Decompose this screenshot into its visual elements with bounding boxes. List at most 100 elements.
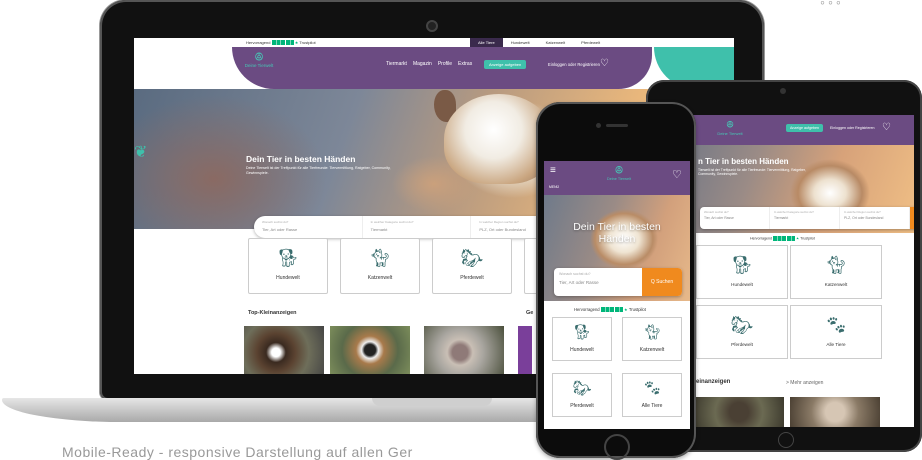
search-button[interactable]: ⌕ bbox=[910, 207, 914, 229]
search-what-label: Wonach suchst du? bbox=[559, 272, 591, 276]
tab-katzenwelt[interactable]: Katzenwelt bbox=[538, 38, 574, 47]
search-region-placeholder: PLZ, Ort oder Bundesland bbox=[479, 227, 526, 232]
search-region-field[interactable]: In welcher Region suchst du? PLZ, Ort od… bbox=[840, 207, 910, 229]
category-label: Hundewelt bbox=[731, 282, 753, 287]
category-card-hundewelt[interactable]: 🐕︎ Hundewelt bbox=[552, 317, 612, 361]
phone-logo[interactable]: ꔮ Deine Tierwelt bbox=[599, 165, 639, 182]
category-label: Hundewelt bbox=[276, 275, 300, 281]
phone-speaker bbox=[606, 124, 628, 127]
search-category-value: Tiermarkt bbox=[370, 227, 388, 232]
tablet-screen: ≡ ꔮ Deine Tierwelt Anzeige aufgeben Einl… bbox=[660, 115, 914, 427]
logo-text: Deine Tierwelt bbox=[717, 131, 743, 136]
horse-icon: 🐎︎ bbox=[572, 380, 592, 397]
category-card-hundewelt[interactable]: 🐕︎ Hundewelt bbox=[248, 238, 328, 294]
tablet-logo[interactable]: ꔮ Deine Tierwelt bbox=[710, 120, 750, 137]
menu-item-extras[interactable]: Extras bbox=[458, 61, 472, 67]
search-button[interactable]: Q Suchen bbox=[642, 268, 682, 296]
hero-title: n Tier in besten Händen bbox=[698, 157, 789, 166]
menu-item-tiermarkt[interactable]: Tiermarkt bbox=[386, 61, 407, 67]
category-label: Katzenwelt bbox=[824, 282, 848, 287]
search-what-field[interactable]: Wonach suchst du? Tier, Art oder Rasse bbox=[554, 268, 642, 296]
category-card-pferdewelt[interactable]: 🐎︎ Pferdewelt bbox=[696, 305, 788, 359]
ad-thumbnail[interactable] bbox=[244, 326, 324, 374]
category-card-hundewelt[interactable]: 🐕︎ Hundewelt bbox=[696, 245, 788, 299]
top-ads-title: Top-Kleinanzeigen bbox=[248, 310, 297, 316]
category-card-alle-tiere[interactable]: 🐾︎ Alle Tiere bbox=[622, 373, 682, 417]
paw-logo-icon: ꔮ bbox=[726, 120, 734, 131]
post-ad-button[interactable]: Anzeige aufgeben bbox=[786, 124, 823, 132]
star-icon: ★ bbox=[623, 307, 628, 312]
category-label: Katzenwelt bbox=[639, 347, 665, 353]
phone-home-button bbox=[604, 434, 630, 460]
trustpilot-label: Trustpilot bbox=[628, 307, 646, 312]
caption-text: Mobile-Ready - responsive Darstellung au… bbox=[62, 444, 413, 460]
hero-subtitle: Tierwelt ist der Treffpunkt für alle Tie… bbox=[698, 168, 806, 177]
horse-icon: 🐎︎ bbox=[460, 248, 484, 268]
category-card-katzenwelt[interactable]: 🐈︎ Katzenwelt bbox=[790, 245, 882, 299]
trustpilot-rating[interactable]: Hervorragend ★ Trustpilot bbox=[246, 40, 316, 46]
tablet-home-button bbox=[778, 432, 794, 448]
search-category-select[interactable]: In welcher Kategorie suchst du? Tiermark… bbox=[770, 207, 840, 229]
laptop-camera bbox=[426, 20, 438, 32]
star-icon: ★ bbox=[294, 40, 299, 45]
category-label: Hundewelt bbox=[570, 347, 594, 353]
phone-camera bbox=[596, 123, 601, 128]
tab-hundewelt[interactable]: Hundewelt bbox=[503, 38, 538, 47]
tab-pferdewelt[interactable]: Pferdewelt bbox=[573, 38, 608, 47]
category-card-pferdewelt[interactable]: 🐎︎ Pferdewelt bbox=[552, 373, 612, 417]
logo-text: Deine Tierwelt bbox=[606, 177, 632, 181]
search-category-value: Tiermarkt bbox=[774, 216, 789, 220]
category-label: Alle Tiere bbox=[826, 342, 846, 347]
heart-icon[interactable]: ♡ bbox=[672, 168, 682, 181]
search-category-label: In welcher Kategorie suchst du? bbox=[370, 220, 414, 224]
category-card-alle-tiere[interactable]: 🐾︎ Alle Tiere bbox=[790, 305, 882, 359]
login-link[interactable]: Einloggen oder Registrieren bbox=[548, 62, 600, 67]
rating-label: Hervorragend bbox=[750, 236, 772, 241]
trustpilot-stars-icon bbox=[600, 307, 623, 313]
show-more-link[interactable]: > Mehr anzeigen bbox=[786, 380, 823, 386]
ad-thumbnail[interactable] bbox=[330, 326, 410, 374]
hero-title: Dein Tier in besten Händen bbox=[573, 221, 661, 245]
menu-item-profile[interactable]: Profile bbox=[438, 61, 452, 67]
hamburger-menu-icon[interactable]: ≡ bbox=[550, 166, 556, 176]
category-card-katzenwelt[interactable]: 🐈︎ Katzenwelt bbox=[622, 317, 682, 361]
all-animals-icon: 🐾︎ bbox=[824, 315, 848, 335]
post-ad-button[interactable]: Anzeige aufgeben bbox=[484, 60, 527, 69]
ad-thumbnail[interactable] bbox=[694, 397, 784, 427]
horse-icon: 🐎︎ bbox=[730, 315, 754, 335]
cat-icon: 🐈︎ bbox=[368, 248, 392, 268]
star-icon: ★ bbox=[795, 236, 800, 241]
paw-logo-icon: ꔮ bbox=[614, 165, 624, 177]
heart-icon[interactable]: ♡ bbox=[600, 58, 609, 69]
search-what-placeholder: Tier, Art oder Rasse bbox=[704, 216, 734, 220]
heart-icon[interactable]: ♡ bbox=[882, 122, 891, 133]
login-link[interactable]: Einloggen oder Registrieren bbox=[830, 126, 875, 130]
tablet-camera bbox=[780, 88, 786, 94]
ad-thumbnail[interactable] bbox=[424, 326, 504, 374]
site-logo[interactable]: ꔮ Deine Tierwelt bbox=[239, 51, 279, 68]
category-card-pferdewelt[interactable]: 🐎︎ Pferdewelt bbox=[432, 238, 512, 294]
search-category-select[interactable]: In welcher Kategorie suchst du? Tiermark… bbox=[363, 216, 472, 238]
search-what-placeholder: Tier, Art oder Rasse bbox=[559, 280, 599, 285]
rating-label: Hervorragend bbox=[246, 40, 271, 45]
category-card-katzenwelt[interactable]: 🐈︎ Katzenwelt bbox=[340, 238, 420, 294]
ad-thumbnail[interactable] bbox=[790, 397, 880, 427]
search-what-field[interactable]: Wonach suchst du? Tier, Art oder Rasse bbox=[700, 207, 770, 229]
search-what-field[interactable]: Wonach suchst du? Tier, Art oder Rasse bbox=[254, 216, 363, 238]
nav-purple-wave bbox=[232, 47, 652, 89]
search-bar: Wonach suchst du? Tier, Art oder Rasse Q… bbox=[554, 268, 682, 296]
paw-logo-icon: ꔮ bbox=[254, 50, 264, 64]
ad-thumbnail[interactable] bbox=[518, 326, 532, 374]
trustpilot-rating[interactable]: Hervorragend ★ Trustpilot bbox=[750, 236, 815, 241]
trustpilot-label: Trustpilot bbox=[299, 40, 316, 45]
hero-title: Dein Tier in besten Händen bbox=[246, 154, 356, 164]
top-ads-title: Kleinanzeigen bbox=[690, 379, 731, 385]
trustpilot-rating[interactable]: Hervorragend ★ Trustpilot bbox=[574, 307, 646, 313]
category-label: Alle Tiere bbox=[641, 403, 663, 409]
tab-alle-tiere[interactable]: Alle Tiere bbox=[470, 38, 503, 47]
category-label: Pferdewelt bbox=[460, 275, 484, 281]
menu-item-magazin[interactable]: Magazin bbox=[413, 61, 432, 67]
category-label: Katzenwelt bbox=[367, 275, 393, 281]
search-what-placeholder: Tier, Art oder Rasse bbox=[262, 227, 298, 232]
decorative-dots: ◦◦◦ bbox=[820, 0, 844, 10]
